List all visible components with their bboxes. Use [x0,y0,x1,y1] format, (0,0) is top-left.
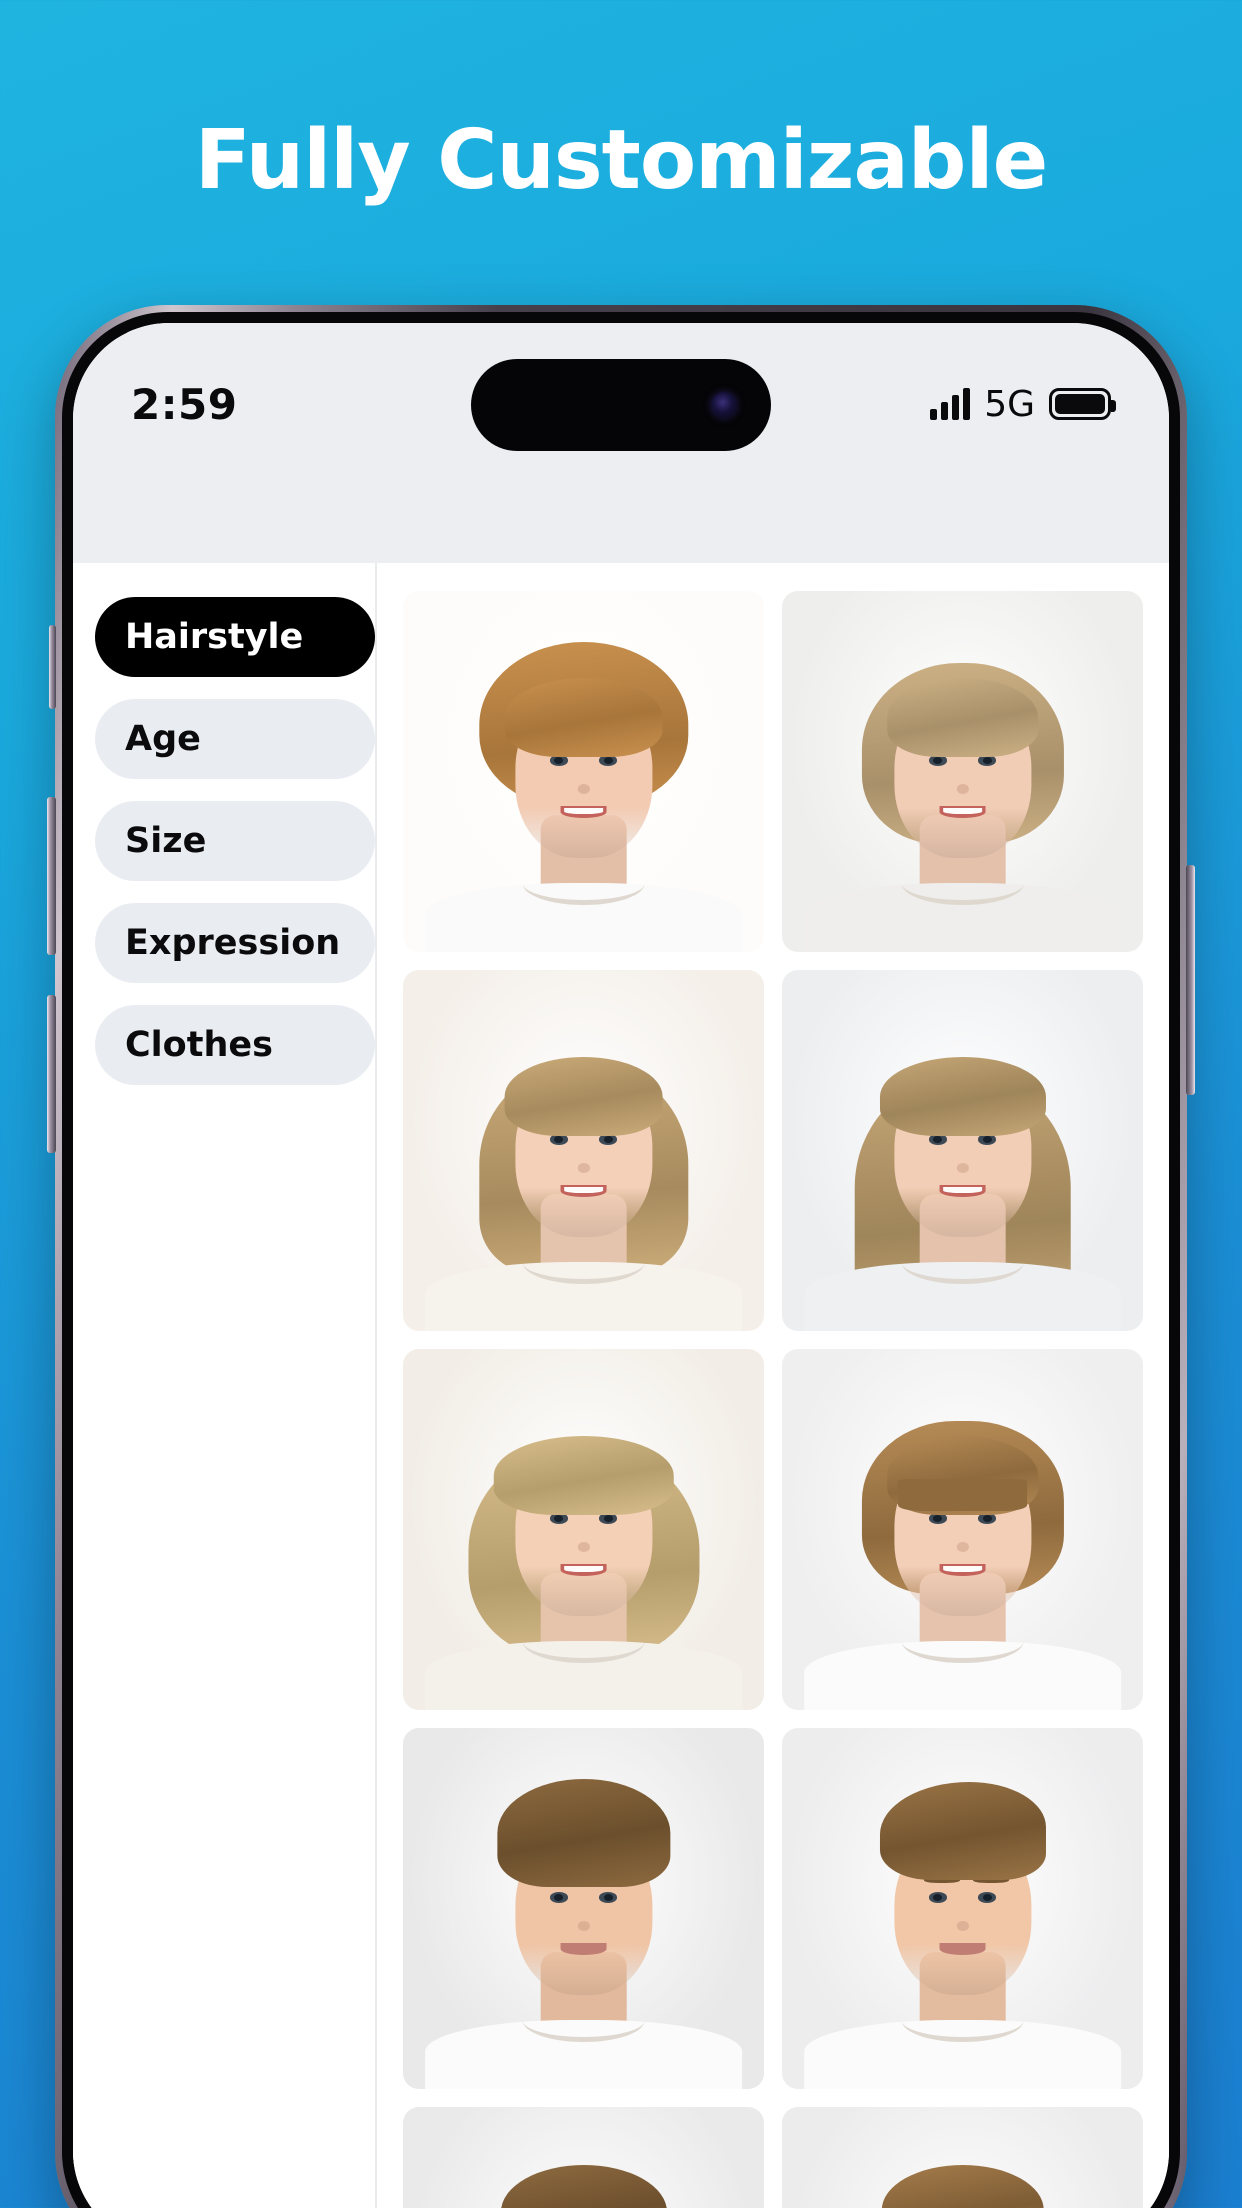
teeth [563,807,604,815]
collar [901,1999,1024,2043]
teeth [563,1565,604,1573]
hair-front [886,677,1039,758]
hairstyle-tile[interactable] [403,1349,764,1710]
sidebar-item-hairstyle[interactable]: Hairstyle [95,597,375,677]
hairstyle-tile[interactable] [782,970,1143,1331]
hairstyle-tile[interactable] [782,1728,1143,2089]
status-clock: 2:59 [131,379,238,429]
collar [901,1620,1024,1664]
signal-bars-icon [930,388,971,420]
teeth [942,1565,983,1573]
hair-front [879,1056,1046,1137]
mute-switch-button[interactable] [49,625,56,709]
collar [522,1999,645,2043]
network-label: 5G [984,383,1035,425]
hair-front [504,1056,663,1137]
sidebar-item-size[interactable]: Size [95,801,375,881]
sidebar-item-clothes[interactable]: Clothes [95,1005,375,1085]
teeth [563,1186,604,1194]
hairstyle-tile[interactable] [403,970,764,1331]
dynamic-island [471,359,771,451]
hair-front [879,1782,1046,1880]
status-indicators: 5G [930,383,1116,425]
volume-down-button[interactable] [47,995,56,1153]
collar [522,862,645,906]
hair-front [493,1435,674,1516]
collar [522,1620,645,1664]
hairstyle-tile[interactable] [782,1349,1143,1710]
hairstyle-tile[interactable] [782,2107,1143,2208]
phone-bezel: 2:59 5G Hairstyle Age Size Expression Cl… [62,312,1180,2208]
battery-icon [1049,388,1116,420]
teeth [942,807,983,815]
hairstyle-grid-scroll[interactable] [377,563,1169,2208]
hair-bangs [897,1478,1028,1512]
phone-screen: 2:59 5G Hairstyle Age Size Expression Cl… [73,323,1169,2208]
page-title: Fully Customizable [194,113,1048,208]
sidebar-item-label: Clothes [125,1025,273,1065]
hairstyle-grid [403,591,1143,2208]
collar [522,1241,645,1285]
hairstyle-tile[interactable] [403,591,764,952]
phone-mockup: 2:59 5G Hairstyle Age Size Expression Cl… [47,305,1195,2208]
hairstyle-tile[interactable] [782,591,1143,952]
collar [901,862,1024,906]
volume-up-button[interactable] [47,797,56,955]
teeth [942,1186,983,1194]
sidebar-item-age[interactable]: Age [95,699,375,779]
power-button[interactable] [1186,865,1195,1095]
sidebar-item-label: Age [125,719,201,759]
hair-front [504,677,663,758]
app-content: Hairstyle Age Size Expression Clothes [73,563,1169,2208]
category-sidebar: Hairstyle Age Size Expression Clothes [73,563,377,2208]
collar [901,1241,1024,1285]
status-area: 2:59 5G [73,323,1169,563]
sidebar-item-label: Expression [125,923,341,963]
front-camera-icon [711,392,737,418]
hairstyle-tile[interactable] [403,2107,764,2208]
hairstyle-tile[interactable] [403,1728,764,2089]
hair-front [496,1778,671,1887]
sidebar-item-expression[interactable]: Expression [95,903,375,983]
sidebar-item-label: Size [125,821,207,861]
sidebar-item-label: Hairstyle [125,617,304,657]
